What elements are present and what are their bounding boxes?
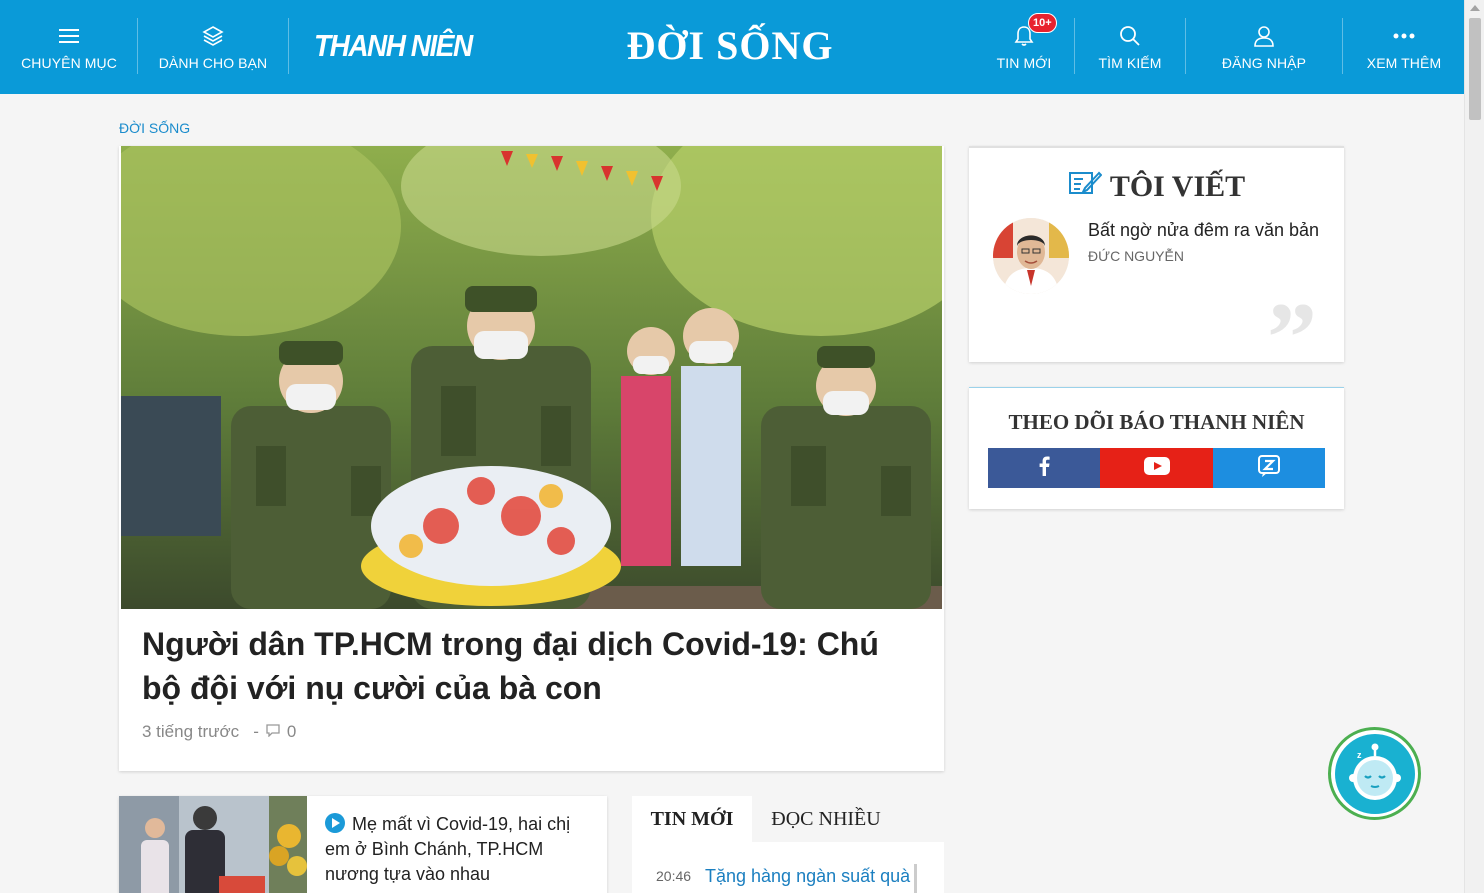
video-play-icon xyxy=(325,813,345,833)
header-divider xyxy=(137,18,138,74)
news-tabs: TIN MỚI ĐỌC NHIỀU xyxy=(632,796,944,842)
facebook-button[interactable] xyxy=(988,448,1100,488)
header-divider xyxy=(1185,18,1186,74)
article-time: 3 tiếng trước xyxy=(142,722,240,741)
scrollbar-thumb[interactable] xyxy=(1469,18,1481,120)
toi-viet-title: TÔI VIẾT xyxy=(1109,170,1246,203)
sleeping-robot-icon: z xyxy=(1334,733,1415,814)
section-title: ĐỜI SỐNG xyxy=(626,23,834,68)
tab-doc-nhieu[interactable]: ĐỌC NHIỀU xyxy=(756,796,896,842)
article-card[interactable]: Mẹ mất vì Covid-19, hai chị em ở Bình Ch… xyxy=(119,796,607,893)
page-scrollbar[interactable] xyxy=(1464,0,1484,893)
header-divider xyxy=(1074,18,1075,74)
news-count-badge: 10+ xyxy=(1028,13,1057,33)
youtube-icon xyxy=(1143,456,1170,480)
menu-button[interactable]: CHUYÊN MỤC xyxy=(21,0,117,94)
zalo-button[interactable] xyxy=(1213,448,1325,488)
article-title[interactable]: Mẹ mất vì Covid-19, hai chị em ở Bình Ch… xyxy=(325,812,590,887)
hamburger-menu-icon xyxy=(58,23,80,49)
svg-text:z: z xyxy=(1357,750,1362,760)
toi-viet-card: TÔI VIẾT Bất ngờ nửa đêm ra văn bản ĐỨC … xyxy=(969,146,1344,388)
facebook-icon xyxy=(1038,456,1050,481)
scroll-up-arrow-icon[interactable] xyxy=(1470,5,1480,11)
search-label: TÌM KIẾM xyxy=(1098,55,1162,71)
chatbot-button[interactable]: z xyxy=(1328,727,1421,820)
comment-icon[interactable] xyxy=(265,722,281,742)
user-icon xyxy=(1253,23,1275,49)
header-divider xyxy=(1342,18,1343,74)
toi-viet-headline[interactable]: Bất ngờ nửa đêm ra văn bản xyxy=(1088,220,1319,241)
featured-article-card[interactable]: Người dân TP.HCM trong đại dịch Covid-19… xyxy=(119,146,944,771)
search-button[interactable]: TÌM KIẾM xyxy=(1094,0,1166,94)
top-header: CHUYÊN MỤC DÀNH CHO BẠN THANH NIÊN ĐỜI S… xyxy=(0,0,1464,94)
pencil-note-icon xyxy=(1068,170,1103,204)
search-icon xyxy=(1119,23,1141,49)
comment-count[interactable]: 0 xyxy=(287,722,296,742)
zalo-icon xyxy=(1258,454,1280,482)
follow-card: THEO DÕI BÁO THANH NIÊN xyxy=(969,387,1344,509)
site-logo[interactable]: THANH NIÊN xyxy=(314,28,473,63)
news-label: TIN MỚI xyxy=(996,55,1052,71)
login-button[interactable]: ĐĂNG NHẬP xyxy=(1220,0,1308,94)
author-avatar[interactable] xyxy=(993,218,1069,294)
article-title-text: Mẹ mất vì Covid-19, hai chị em ở Bình Ch… xyxy=(325,814,571,884)
tin-moi-list: 20:46 Tặng hàng ngàn suất quà xyxy=(632,842,944,893)
article-thumbnail[interactable] xyxy=(119,796,307,893)
tab-tin-moi[interactable]: TIN MỚI xyxy=(632,796,752,842)
breadcrumb[interactable]: ĐỜI SỐNG xyxy=(119,120,190,136)
featured-article-meta: 3 tiếng trước - 0 xyxy=(142,722,296,742)
more-dots-icon xyxy=(1393,23,1415,49)
list-item-time: 20:46 xyxy=(656,868,692,884)
for-you-label: DÀNH CHO BẠN xyxy=(158,55,268,71)
login-label: ĐĂNG NHẬP xyxy=(1221,55,1307,71)
featured-article-image[interactable] xyxy=(121,146,942,609)
header-divider xyxy=(288,18,289,74)
list-scrollbar[interactable] xyxy=(914,864,917,893)
list-item-title[interactable]: Tặng hàng ngàn suất quà xyxy=(705,866,910,887)
menu-label: CHUYÊN MỤC xyxy=(21,55,117,71)
layers-icon xyxy=(202,23,224,49)
toi-viet-author[interactable]: ĐỨC NGUYỄN xyxy=(1088,248,1184,264)
youtube-button[interactable] xyxy=(1100,448,1213,488)
featured-article-title[interactable]: Người dân TP.HCM trong đại dịch Covid-19… xyxy=(142,622,922,710)
quote-mark-icon: ” xyxy=(1267,282,1317,393)
more-button[interactable]: XEM THÊM xyxy=(1364,0,1444,94)
follow-title: THEO DÕI BÁO THANH NIÊN xyxy=(1008,410,1305,434)
meta-separator: - xyxy=(253,722,259,741)
toi-viet-header[interactable]: TÔI VIẾT xyxy=(969,170,1344,204)
for-you-button[interactable]: DÀNH CHO BẠN xyxy=(158,0,268,94)
more-label: XEM THÊM xyxy=(1366,55,1442,71)
